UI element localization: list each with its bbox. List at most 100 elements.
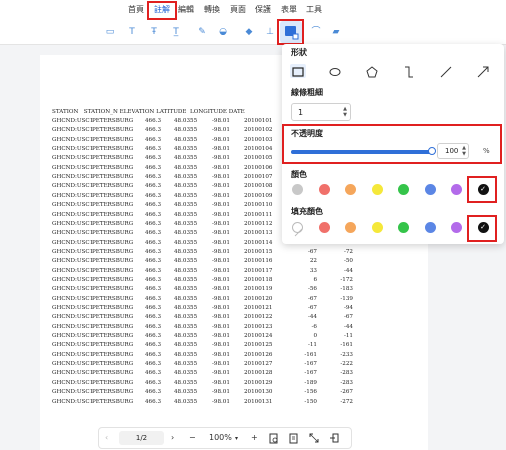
stepper-arrows-icon[interactable]: ▲ ▼ — [343, 106, 347, 118]
fit-page-icon[interactable] — [269, 433, 279, 446]
color-swatch[interactable] — [292, 184, 303, 195]
table-cell: -183 — [340, 286, 353, 293]
highlight-icon[interactable]: ▭ — [104, 26, 116, 38]
table-cell: -98.01 — [212, 333, 230, 340]
table-cell: 48.0355 — [174, 202, 198, 209]
table-cell: 48.0355 — [174, 127, 198, 134]
table-cell: PETERSBURG — [92, 379, 134, 386]
document-info-icon[interactable] — [289, 433, 299, 446]
table-cell: GHCND:USC1 — [52, 305, 94, 311]
ellipse-shape-icon[interactable] — [327, 64, 343, 78]
stamp-icon[interactable]: ⊥ — [264, 26, 276, 38]
color-swatch[interactable] — [424, 184, 436, 195]
table-cell: 466.3 — [145, 258, 162, 265]
fullscreen-icon[interactable] — [309, 433, 319, 445]
table-cell: 20100112 — [244, 220, 273, 227]
color-swatch[interactable] — [318, 184, 330, 195]
table-cell: PETERSBURG — [92, 286, 134, 293]
comment-icon[interactable]: ▰ — [330, 26, 342, 38]
table-cell: 466.3 — [145, 211, 162, 218]
exit-icon[interactable] — [329, 433, 339, 445]
fill-swatch[interactable] — [398, 222, 409, 233]
color-swatch[interactable] — [398, 184, 409, 195]
table-cell: GHCND:USC1 — [52, 314, 94, 321]
table-cell: -98.01 — [212, 174, 230, 181]
table-cell: -11 — [343, 333, 353, 340]
color-swatch[interactable] — [371, 184, 383, 195]
table-cell: PETERSBURG — [92, 127, 134, 134]
table-cell: 48.0355 — [174, 118, 198, 124]
fill-swatch[interactable] — [451, 222, 462, 233]
table-cell: -98.01 — [212, 267, 230, 274]
fill-swatch[interactable] — [424, 222, 436, 233]
table-cell: GHCND:USC1 — [52, 351, 94, 358]
table-cell: -11 — [307, 342, 317, 349]
table-cell: 20100116 — [244, 258, 273, 265]
table-cell: 48.0355 — [174, 379, 198, 386]
table-cell: 6 — [313, 276, 317, 283]
table-cell: -283 — [340, 370, 353, 377]
table-cell: 48.0355 — [174, 248, 198, 255]
table-cell: 466.3 — [145, 333, 162, 340]
menu-convert[interactable]: 轉換 — [204, 4, 220, 15]
table-cell: 466.3 — [145, 323, 162, 330]
color-swatch[interactable] — [451, 184, 462, 195]
line-shape-icon[interactable] — [438, 64, 454, 78]
menu-page[interactable]: 頁面 — [230, 4, 246, 15]
table-cell: -98.01 — [212, 211, 230, 218]
table-cell: 48.0355 — [174, 323, 198, 330]
table-cell: GHCND:USC1 — [52, 136, 94, 143]
zoom-level[interactable]: 100% — [209, 433, 232, 442]
prev-page-button[interactable]: ‹ — [105, 433, 108, 442]
table-cell: 466.3 — [145, 220, 162, 227]
table-cell: GHCND:USC1 — [52, 361, 94, 368]
table-cell: PETERSBURG — [92, 192, 134, 199]
text-icon[interactable]: T — [126, 26, 138, 38]
table-cell: PETERSBURG — [92, 314, 134, 321]
fill-swatch[interactable] — [371, 222, 383, 233]
menu-edit[interactable]: 編輯 — [178, 4, 194, 15]
note-icon[interactable]: ◒ — [217, 26, 229, 38]
fill-swatch[interactable] — [345, 222, 356, 233]
table-cell: 20100127 — [244, 361, 273, 368]
fill-none-swatch[interactable] — [292, 222, 303, 237]
arrow-shape-icon[interactable] — [475, 64, 491, 78]
menu-tools[interactable]: 工具 — [306, 4, 322, 15]
table-cell: GHCND:USC1 — [52, 258, 94, 265]
table-cell: -6 — [311, 323, 317, 330]
page-number-input[interactable]: 1/2 — [119, 431, 164, 445]
table-cell: -267 — [340, 389, 353, 396]
table-cell: GHCND:USC1 — [52, 239, 94, 246]
menu-home[interactable]: 首頁 — [128, 4, 144, 15]
highlight-box-shape-tool — [277, 19, 304, 45]
table-cell: 48.0355 — [174, 305, 198, 311]
table-cell: 48.0355 — [174, 192, 198, 199]
underline-icon[interactable]: T̲ — [170, 26, 182, 38]
zoom-out-button[interactable]: − — [189, 433, 196, 442]
pentagon-shape-icon[interactable] — [364, 64, 380, 78]
fill-swatch[interactable] — [318, 222, 330, 233]
table-cell: GHCND:USC1 — [52, 248, 94, 255]
shape-label: 形狀 — [291, 48, 307, 57]
menu-form[interactable]: 表單 — [281, 4, 297, 15]
table-cell: PETERSBURG — [92, 398, 134, 405]
menu-protect[interactable]: 保護 — [255, 4, 271, 15]
color-swatch[interactable] — [345, 184, 356, 195]
table-cell: 466.3 — [145, 379, 162, 386]
next-page-button[interactable]: › — [171, 433, 174, 442]
eraser-icon[interactable]: ◆ — [243, 26, 255, 38]
table-cell: 48.0355 — [174, 351, 198, 358]
strikethrough-icon[interactable]: Ŧ — [148, 26, 160, 38]
table-cell: GHCND:USC1 — [52, 211, 94, 218]
table-cell: -67 — [307, 248, 317, 255]
zoom-dropdown-icon[interactable]: ▾ — [235, 435, 238, 442]
squiggly-icon[interactable]: ✎ — [196, 26, 208, 38]
rectangle-shape-icon[interactable] — [290, 64, 306, 78]
connector-line-icon[interactable] — [401, 64, 417, 78]
zoom-in-button[interactable]: + — [251, 433, 258, 442]
table-cell: 466.3 — [145, 370, 162, 377]
table-cell: 20100101 — [244, 118, 273, 124]
table-cell: -44 — [343, 323, 353, 330]
signature-icon[interactable]: ⌒ — [310, 26, 322, 38]
line-width-stepper[interactable]: 1 ▲ ▼ — [291, 103, 351, 121]
